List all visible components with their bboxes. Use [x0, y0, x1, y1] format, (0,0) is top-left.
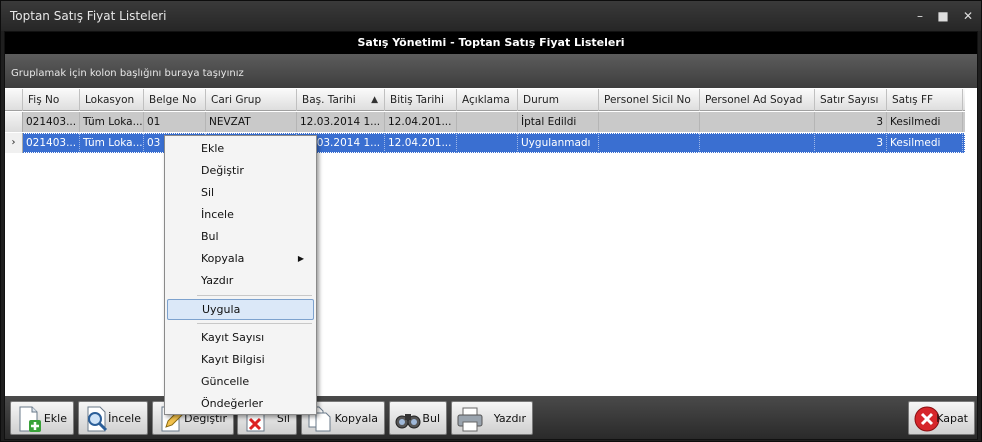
menu-separator	[197, 323, 312, 324]
cell-bas-tarihi[interactable]: 12.03.2014 1...	[297, 112, 385, 132]
menu-item-sil[interactable]: Sil	[167, 182, 314, 203]
cell-personel-ad-soyad[interactable]	[700, 112, 815, 132]
column-header[interactable]: Bitiş Tarihi	[385, 89, 457, 111]
cell-durum[interactable]: İptal Edildi	[518, 112, 599, 132]
cell-fis-no[interactable]: 021403...	[23, 133, 80, 153]
menu-item-incele[interactable]: İncele	[167, 204, 314, 225]
kapat-label: Kapat	[936, 412, 968, 425]
column-header-sorted[interactable]: Baş. Tarihi ▲	[297, 89, 385, 111]
table-row-selected[interactable]: › 021403... Tüm Loka... 03 12.03.2014 1.…	[5, 133, 965, 153]
menu-item-uygula[interactable]: Uygula	[167, 299, 314, 320]
column-header[interactable]: Cari Grup	[206, 89, 297, 111]
incele-label: İncele	[108, 412, 141, 425]
column-header[interactable]: Satır Sayısı	[815, 89, 887, 111]
row-indicator-header	[5, 89, 23, 111]
bul-button[interactable]: Bul	[389, 401, 447, 435]
window-title: Toptan Satış Fiyat Listeleri	[10, 9, 167, 23]
minimize-icon[interactable]: –	[912, 8, 928, 24]
kopyala-label: Kopyala	[334, 412, 378, 425]
cell-durum[interactable]: Uygulanmadı	[518, 133, 599, 153]
cell-satis-ff[interactable]: Kesilmedi	[887, 112, 963, 132]
ekle-label: Ekle	[43, 412, 67, 425]
column-header[interactable]: Satış FF	[887, 89, 963, 111]
page-title: Satış Yönetimi - Toptan Satış Fiyat List…	[5, 32, 977, 54]
column-header[interactable]: Personel Ad Soyad	[700, 89, 815, 111]
cell-satir-sayisi[interactable]: 3	[815, 112, 887, 132]
cell-cari-grup[interactable]: NEVZAT	[206, 112, 297, 132]
cell-lokasyon[interactable]: Tüm Loka...	[80, 112, 144, 132]
group-by-hint: Gruplamak için kolon başlığını buraya ta…	[11, 68, 244, 79]
kapat-button[interactable]: Kapat	[908, 401, 975, 435]
cell-fis-no[interactable]: 021403...	[23, 112, 80, 132]
cell-bitis-tarihi[interactable]: 12.04.201...	[385, 133, 457, 153]
menu-item-guncelle[interactable]: Güncelle	[167, 371, 314, 392]
yazdir-label: Yazdır	[493, 412, 526, 425]
current-row-chevron-icon[interactable]: ›	[5, 133, 23, 153]
column-header[interactable]: Lokasyon	[80, 89, 144, 111]
column-header[interactable]: Personel Sicil No	[599, 89, 700, 111]
row-indicator[interactable]	[5, 112, 23, 132]
column-header[interactable]: Durum	[518, 89, 599, 111]
menu-item-kayit-bilgisi[interactable]: Kayıt Bilgisi	[167, 349, 314, 370]
menu-item-bul[interactable]: Bul	[167, 226, 314, 247]
menu-item-degistir[interactable]: Değiştir	[167, 160, 314, 181]
close-icon[interactable]: ✕	[960, 8, 976, 24]
content-area: Satış Yönetimi - Toptan Satış Fiyat List…	[4, 31, 978, 440]
cell-aciklama[interactable]	[457, 112, 518, 132]
bottom-toolbar: Ekle İncele Değiştir Sil Kopyala Bul Yaz…	[5, 396, 977, 439]
cell-personel-sicil-no[interactable]	[599, 112, 700, 132]
title-bar[interactable]: Toptan Satış Fiyat Listeleri – ■ ✕	[1, 1, 981, 31]
cell-bitis-tarihi[interactable]: 12.04.201...	[385, 112, 457, 132]
cell-satis-ff[interactable]: Kesilmedi	[887, 133, 963, 153]
column-header-label: Baş. Tarihi	[302, 94, 356, 106]
incele-button[interactable]: İncele	[78, 401, 148, 435]
cell-aciklama[interactable]	[457, 133, 518, 153]
table-row[interactable]: 021403... Tüm Loka... 01 NEVZAT 12.03.20…	[5, 112, 965, 132]
cell-lokasyon[interactable]: Tüm Loka...	[80, 133, 144, 153]
menu-item-kayit-sayisi[interactable]: Kayıt Sayısı	[167, 327, 314, 348]
binoculars-icon	[395, 414, 421, 429]
menu-item-ekle[interactable]: Ekle	[167, 138, 314, 159]
yazdir-button[interactable]: Yazdır	[451, 401, 533, 435]
menu-item-kopyala[interactable]: Kopyala ▶	[167, 248, 314, 269]
cell-personel-ad-soyad[interactable]	[700, 133, 815, 153]
context-menu: Ekle Değiştir Sil İncele Bul Kopyala ▶ Y…	[164, 135, 317, 415]
cell-satir-sayisi[interactable]: 3	[815, 133, 887, 153]
sort-ascending-icon: ▲	[371, 95, 378, 105]
menu-item-yazdir[interactable]: Yazdır	[167, 270, 314, 291]
magnifier-document-icon	[87, 406, 108, 432]
cell-belge-no[interactable]: 01	[144, 112, 206, 132]
bul-label: Bul	[422, 412, 440, 425]
menu-item-label: Kopyala	[201, 252, 245, 265]
data-grid: Fiş No Lokasyon Belge No Cari Grup Baş. …	[5, 89, 977, 396]
column-header[interactable]: Fiş No	[23, 89, 80, 111]
column-header[interactable]: Açıklama	[457, 89, 518, 111]
menu-separator	[197, 295, 312, 296]
grid-header: Fiş No Lokasyon Belge No Cari Grup Baş. …	[5, 89, 965, 111]
submenu-arrow-icon: ▶	[297, 254, 304, 263]
group-by-panel[interactable]: Gruplamak için kolon başlığını buraya ta…	[5, 54, 977, 88]
add-document-icon	[19, 406, 41, 432]
column-header[interactable]: Belge No	[144, 89, 206, 111]
cell-personel-sicil-no[interactable]	[599, 133, 700, 153]
ekle-button[interactable]: Ekle	[10, 401, 74, 435]
menu-item-ondegerler[interactable]: Öndeğerler	[167, 393, 314, 414]
main-window: Toptan Satış Fiyat Listeleri – ■ ✕ Satış…	[0, 0, 982, 442]
printer-icon	[457, 407, 483, 432]
maximize-icon[interactable]: ■	[935, 8, 951, 24]
